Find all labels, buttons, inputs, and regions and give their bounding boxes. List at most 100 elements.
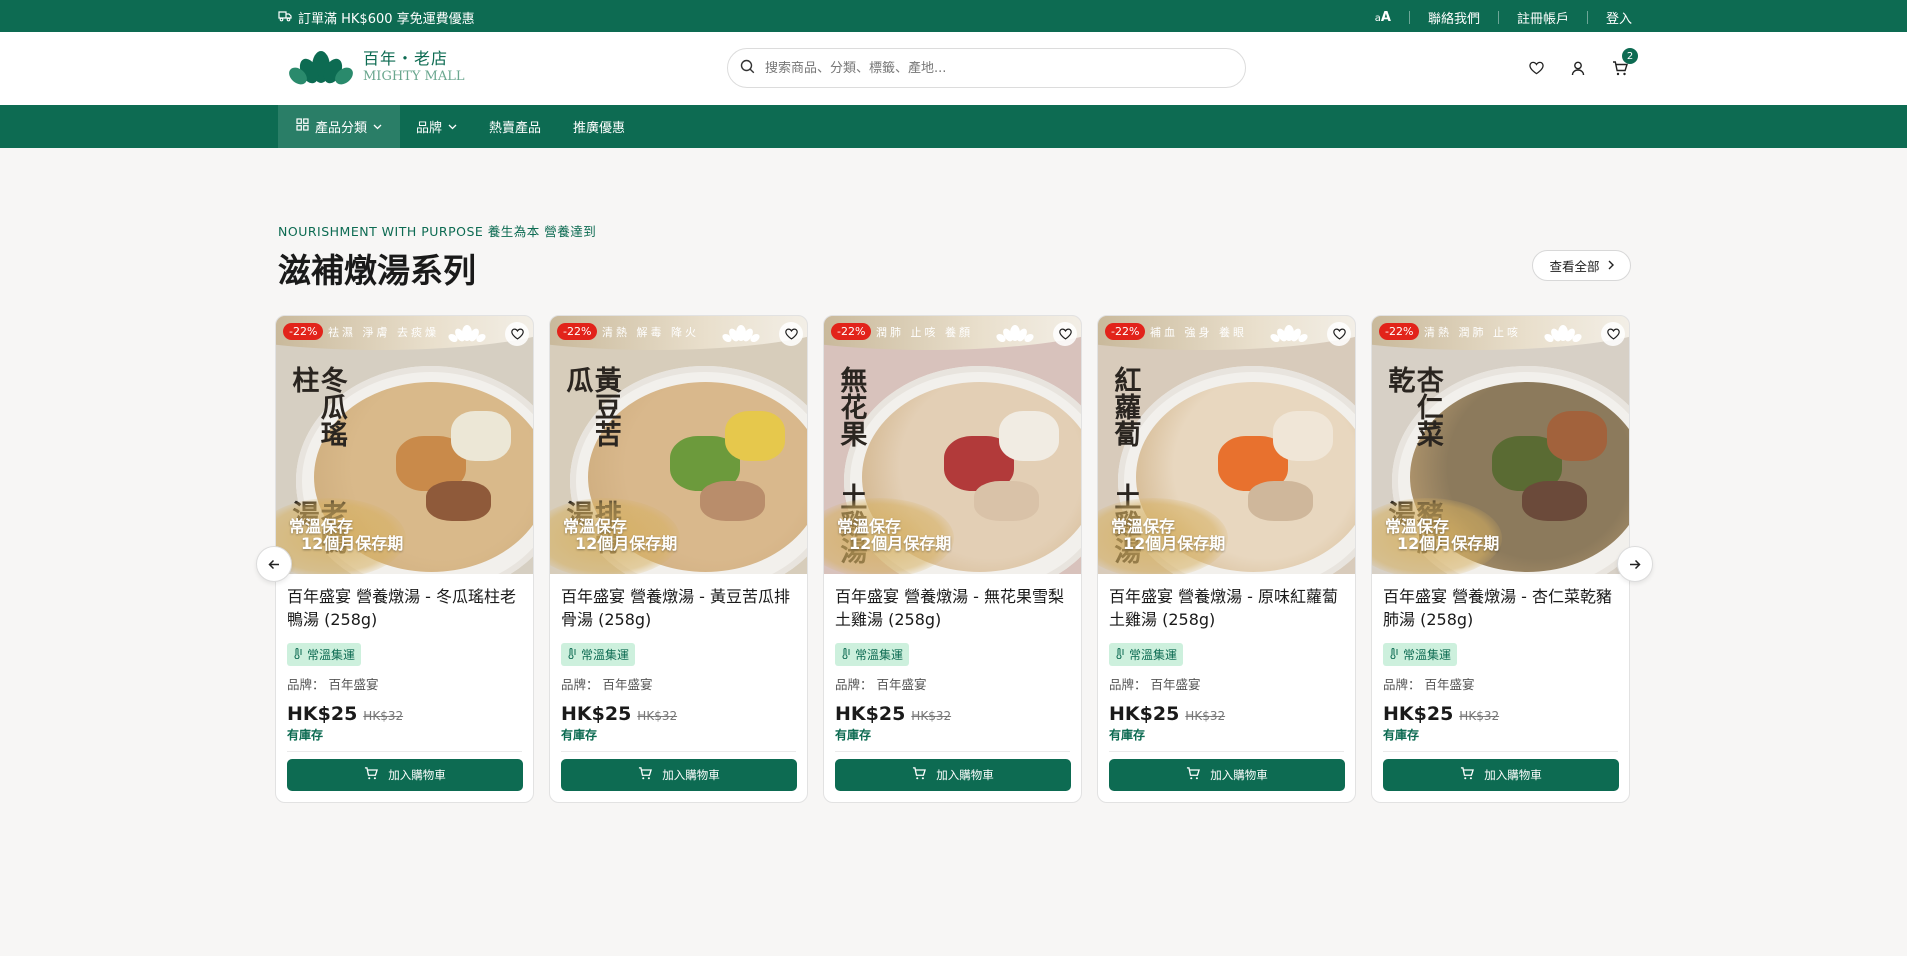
- shopping-cart-icon[interactable]: 2: [1610, 48, 1638, 78]
- wishlist-heart-icon[interactable]: [1327, 322, 1351, 346]
- product-image[interactable]: 祛濕 淨膚 去痰燥 冬瓜瑤柱 老鴨湯 常溫保存 12個月保存期 -22%: [276, 316, 533, 574]
- nav-label: 熱賣產品: [489, 121, 542, 136]
- nav-label: 產品分類: [315, 121, 368, 136]
- chevron-down-icon: [373, 119, 382, 134]
- product-brand: 品牌： 百年盛宴: [1109, 677, 1201, 692]
- stock-status: 有庫存: [1383, 728, 1420, 742]
- nav-brands[interactable]: 品牌: [400, 105, 473, 148]
- thermometer-icon: [841, 647, 851, 662]
- login-link[interactable]: 登入: [1588, 8, 1632, 27]
- wishlist-heart-icon[interactable]: [505, 322, 529, 346]
- logo-chinese: 百年・老店: [363, 49, 449, 68]
- product-card[interactable]: 補血 強身 養眼 紅蘿蔔 土雞湯 常溫保存 12個月保存期 -22% 百年盛宴 …: [1097, 315, 1356, 803]
- product-card[interactable]: 潤肺 止咳 養顏 無花果 土雞湯 常溫保存 12個月保存期 -22% 百年盛宴 …: [823, 315, 1082, 803]
- current-price: HK$25: [1383, 703, 1454, 725]
- thermometer-icon: [567, 647, 577, 662]
- wishlist-heart-icon[interactable]: [1526, 58, 1546, 78]
- product-brand: 品牌： 百年盛宴: [1383, 677, 1475, 692]
- storage-label: 常溫保存 12個月保存期: [563, 517, 678, 553]
- nav-product-categories[interactable]: 產品分類: [278, 105, 401, 148]
- lotus-logo-icon: [289, 51, 353, 85]
- storage-label: 常溫保存 12個月保存期: [837, 517, 952, 553]
- shopping-cart-icon: [912, 767, 927, 783]
- wishlist-heart-icon[interactable]: [779, 322, 803, 346]
- shipping-tag: 常溫集運: [561, 643, 636, 666]
- top-bar: 訂單滿 HK$600 享免運費優惠 aA 聯絡我們 註冊帳戶 登入: [0, 0, 1907, 32]
- add-to-cart-button[interactable]: 加入購物車: [1383, 759, 1619, 791]
- original-price: HK$32: [1185, 709, 1226, 723]
- section-title: 滋補燉湯系列: [278, 251, 476, 290]
- product-name[interactable]: 百年盛宴 營養燉湯 - 黃豆苦瓜排骨湯 (258g): [561, 585, 796, 631]
- soup-ingredient: [451, 411, 511, 461]
- product-image[interactable]: 清熱 解毒 降火 黃豆苦瓜 排骨湯 常溫保存 12個月保存期 -22%: [550, 316, 807, 574]
- shipping-tag: 常溫集運: [1383, 643, 1458, 666]
- carousel-prev-button[interactable]: [256, 546, 292, 582]
- product-name[interactable]: 百年盛宴 營養燉湯 - 冬瓜瑤柱老鴨湯 (258g): [287, 585, 522, 631]
- wishlist-heart-icon[interactable]: [1601, 322, 1625, 346]
- product-card[interactable]: 祛濕 淨膚 去痰燥 冬瓜瑤柱 老鴨湯 常溫保存 12個月保存期 -22% 百年盛…: [275, 315, 534, 803]
- nav-promotions[interactable]: 推廣優惠: [557, 105, 641, 148]
- original-price: HK$32: [637, 709, 678, 723]
- shopping-cart-icon: [364, 767, 379, 783]
- divider: [1109, 751, 1344, 752]
- soup-ingredient: [999, 411, 1059, 461]
- site-header: 百年・老店 MIGHTY MALL 2: [0, 32, 1907, 105]
- register-link[interactable]: 註冊帳戶: [1499, 8, 1587, 27]
- add-to-cart-button[interactable]: 加入購物車: [287, 759, 523, 791]
- discount-badge: -22%: [831, 323, 872, 340]
- product-brand: 品牌： 百年盛宴: [835, 677, 927, 692]
- current-price: HK$25: [835, 703, 906, 725]
- arrow-left-icon: [268, 555, 280, 574]
- logo-english: MIGHTY MALL: [363, 69, 465, 84]
- image-benefits-text: 清熱 潤肺 止咳: [1424, 326, 1521, 339]
- user-account-icon[interactable]: [1568, 58, 1588, 78]
- add-to-cart-button[interactable]: 加入購物車: [1109, 759, 1345, 791]
- storage-label: 常溫保存 12個月保存期: [1385, 517, 1500, 553]
- grid-icon: [296, 118, 309, 135]
- shopping-cart-icon: [1186, 767, 1201, 783]
- soup-ingredient: [426, 481, 491, 521]
- soup-ingredient: [1273, 411, 1333, 461]
- product-image[interactable]: 清熱 潤肺 止咳 杏仁菜乾 豬肺湯 常溫保存 12個月保存期 -22%: [1372, 316, 1629, 574]
- storage-label: 常溫保存 12個月保存期: [289, 517, 404, 553]
- product-price: HK$25 HK$32: [287, 703, 522, 725]
- view-all-button[interactable]: 查看全部: [1532, 250, 1631, 281]
- product-brand: 品牌： 百年盛宴: [287, 677, 379, 692]
- thermometer-icon: [1115, 647, 1125, 662]
- product-name[interactable]: 百年盛宴 營養燉湯 - 無花果雪梨土雞湯 (258g): [835, 585, 1070, 631]
- product-name[interactable]: 百年盛宴 營養燉湯 - 杏仁菜乾豬肺湯 (258g): [1383, 585, 1618, 631]
- truck-icon: [278, 10, 292, 26]
- divider: [1383, 751, 1618, 752]
- add-to-cart-button[interactable]: 加入購物車: [561, 759, 797, 791]
- site-logo[interactable]: 百年・老店 MIGHTY MALL: [285, 49, 465, 85]
- soup-ingredient: [725, 411, 785, 461]
- search-input[interactable]: [765, 60, 1205, 76]
- product-card[interactable]: 清熱 解毒 降火 黃豆苦瓜 排骨湯 常溫保存 12個月保存期 -22% 百年盛宴…: [549, 315, 808, 803]
- product-price: HK$25 HK$32: [561, 703, 796, 725]
- free-shipping-promo: 訂單滿 HK$600 享免運費優惠: [278, 8, 475, 27]
- nav-label: 品牌: [416, 121, 443, 136]
- product-price: HK$25 HK$32: [835, 703, 1070, 725]
- product-image[interactable]: 補血 強身 養眼 紅蘿蔔 土雞湯 常溫保存 12個月保存期 -22%: [1098, 316, 1355, 574]
- font-size-toggle[interactable]: aA: [1357, 10, 1409, 25]
- shopping-cart-icon: [1460, 767, 1475, 783]
- current-price: HK$25: [561, 703, 632, 725]
- storage-label: 常溫保存 12個月保存期: [1111, 517, 1226, 553]
- divider: [561, 751, 796, 752]
- current-price: HK$25: [1109, 703, 1180, 725]
- product-brand: 品牌： 百年盛宴: [561, 677, 653, 692]
- stock-status: 有庫存: [287, 728, 324, 742]
- add-to-cart-button[interactable]: 加入購物車: [835, 759, 1071, 791]
- carousel-next-button[interactable]: [1617, 546, 1653, 582]
- arrow-right-icon: [1629, 555, 1641, 574]
- product-card[interactable]: 清熱 潤肺 止咳 杏仁菜乾 豬肺湯 常溫保存 12個月保存期 -22% 百年盛宴…: [1371, 315, 1630, 803]
- nav-hot-products[interactable]: 熱賣產品: [473, 105, 557, 148]
- search-bar[interactable]: [727, 48, 1246, 88]
- product-carousel: 祛濕 淨膚 去痰燥 冬瓜瑤柱 老鴨湯 常溫保存 12個月保存期 -22% 百年盛…: [275, 315, 1630, 803]
- product-name[interactable]: 百年盛宴 營養燉湯 - 原味紅蘿蔔土雞湯 (258g): [1109, 585, 1344, 631]
- contact-link[interactable]: 聯絡我們: [1410, 8, 1498, 27]
- brand-lotus-icon: [448, 325, 486, 342]
- product-price: HK$25 HK$32: [1383, 703, 1618, 725]
- product-image[interactable]: 潤肺 止咳 養顏 無花果 土雞湯 常溫保存 12個月保存期 -22%: [824, 316, 1081, 574]
- wishlist-heart-icon[interactable]: [1053, 322, 1077, 346]
